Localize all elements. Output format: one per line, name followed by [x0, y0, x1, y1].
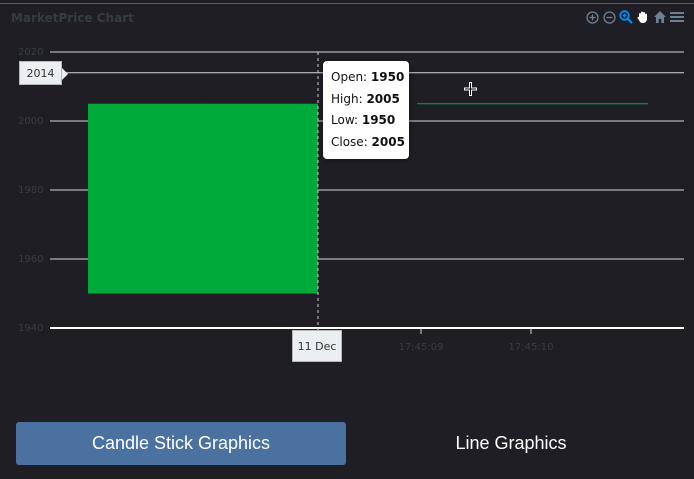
y-tick-label: 1960: [18, 254, 43, 265]
y-tick-label: 1980: [18, 185, 43, 196]
y-tick-label: 2020: [18, 47, 43, 58]
tooltip-high: High: 2005: [331, 91, 400, 106]
cursor-crosshair-icon: [464, 82, 477, 96]
y-tick-label: 2000: [18, 116, 43, 127]
crosshair-y-label: 2014: [19, 61, 68, 85]
y-tick-label: 1940: [18, 323, 43, 334]
crosshair-x-label: 11 Dec: [292, 330, 342, 362]
candle-body: [88, 103, 318, 294]
tooltip-close: Close: 2005: [331, 134, 405, 149]
tooltip-open: Open: 1950: [331, 70, 405, 84]
line-graphics-button[interactable]: Line Graphics: [346, 422, 676, 465]
tooltip-low: Low: 1950: [331, 113, 396, 127]
candle-stick-button[interactable]: Candle Stick Graphics: [16, 422, 346, 465]
x-tick-label: 17:45:09: [399, 342, 444, 353]
ohlc-tooltip: Open: 1950 High: 2005 Low: 1950 Close: 2…: [323, 61, 409, 159]
x-tick-label: 17:45:10: [509, 342, 554, 353]
